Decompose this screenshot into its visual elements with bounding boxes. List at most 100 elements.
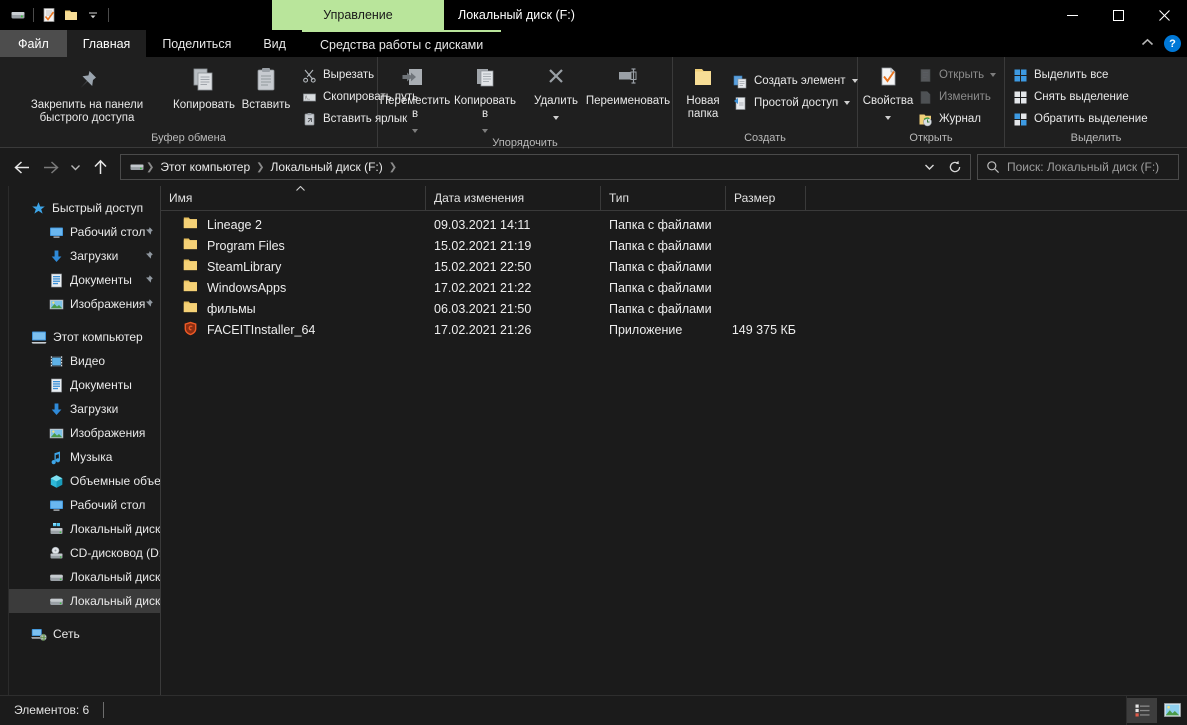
table-row[interactable]: FACEITInstaller_64 17.02.2021 21:26 Прил… <box>161 319 1187 340</box>
file-name: Program Files <box>207 238 285 253</box>
address-dropdown-button[interactable] <box>916 155 942 179</box>
new-item-icon <box>733 74 748 89</box>
select-none-button[interactable]: Снять выделение <box>1011 86 1154 108</box>
tab-drive-tools[interactable]: Средства работы с дисками <box>301 30 502 57</box>
sidebar-item-qa-pictures[interactable]: Изображения <box>9 292 160 316</box>
new-item-dropdown-icon[interactable] <box>851 79 858 83</box>
collapse-ribbon-button[interactable] <box>1141 38 1154 50</box>
table-row[interactable]: WindowsApps 17.02.2021 21:22 Папка с фай… <box>161 277 1187 298</box>
delete-dropdown-icon[interactable] <box>553 109 559 123</box>
column-header-date[interactable]: Дата изменения <box>426 186 601 210</box>
ribbon-group-label-select: Выделить <box>1070 132 1122 144</box>
sidebar-item-qa-downloads[interactable]: Загрузки <box>9 244 160 268</box>
sidebar-item-pc-documents[interactable]: Документы <box>9 373 160 397</box>
move-to-button[interactable]: Переместить в <box>380 62 450 136</box>
sidebar-item-pc-downloads[interactable]: Загрузки <box>9 397 160 421</box>
open-button[interactable]: Открыть <box>916 64 1002 86</box>
close-button[interactable] <box>1141 0 1187 30</box>
up-button[interactable] <box>86 153 114 181</box>
properties-icon <box>873 65 903 91</box>
paste-button[interactable]: Вставить <box>236 62 296 112</box>
contextual-tab-manage[interactable]: Управление <box>272 0 444 30</box>
breadcrumb-chevron-0[interactable]: ❯ <box>145 162 155 173</box>
sidebar-label: Загрузки <box>70 402 119 416</box>
select-all-button[interactable]: Выделить все <box>1011 64 1154 86</box>
breadcrumb-chevron-1[interactable]: ❯ <box>255 162 265 173</box>
copy-to-dropdown-icon[interactable] <box>482 122 488 136</box>
easy-access-icon <box>733 96 748 111</box>
sidebar-item-pc-music[interactable]: Музыка <box>9 445 160 469</box>
edit-button[interactable]: Изменить <box>916 86 1002 108</box>
column-header-name[interactable]: Имя <box>161 186 426 210</box>
folder-icon <box>183 279 199 296</box>
help-button[interactable]: ? <box>1164 35 1181 52</box>
maximize-button[interactable] <box>1095 0 1141 30</box>
large-icons-view-button[interactable] <box>1157 698 1187 723</box>
easy-access-button[interactable]: Простой доступ <box>731 92 864 114</box>
column-header-size[interactable]: Размер <box>726 186 806 210</box>
sidebar-item-qa-desktop[interactable]: Рабочий стол <box>9 220 160 244</box>
rename-button[interactable]: Переименовать <box>584 62 672 108</box>
sidebar-item-pc-3d-objects[interactable]: Объемные объекты <box>9 469 160 493</box>
properties-button[interactable]: Свойства <box>860 62 916 123</box>
forward-button[interactable] <box>36 153 64 181</box>
copy-to-button[interactable]: Копировать в <box>450 62 520 136</box>
new-folder-icon[interactable] <box>60 4 82 26</box>
file-size: 149 375 КБ <box>731 322 796 337</box>
file-name-cell: FACEITInstaller_64 <box>161 321 426 339</box>
move-to-dropdown-icon[interactable] <box>412 122 418 136</box>
pin-to-quick-access-button[interactable]: Закрепить на панели быстрого доступа <box>2 62 172 125</box>
table-row[interactable]: SteamLibrary 15.02.2021 22:50 Папка с фа… <box>161 256 1187 277</box>
sidebar-item-cd-drive-d[interactable]: CD-дисковод (D:) <box>9 541 160 565</box>
new-folder-button[interactable]: Новая папка <box>675 62 731 121</box>
history-button[interactable]: Журнал <box>916 108 1002 130</box>
new-item-button[interactable]: Создать элемент <box>731 70 864 92</box>
tab-share[interactable]: Поделиться <box>146 30 247 57</box>
easy-access-dropdown-icon[interactable] <box>844 101 851 105</box>
back-button[interactable] <box>8 153 36 181</box>
properties-dropdown-icon[interactable] <box>885 109 891 123</box>
search-box[interactable]: Поиск: Локальный диск (F:) <box>977 154 1179 180</box>
pin-icon[interactable] <box>143 274 154 288</box>
pin-icon[interactable] <box>143 298 154 312</box>
copy-to-label: Копировать в <box>454 95 516 120</box>
details-view-button[interactable] <box>1127 697 1157 723</box>
column-header-type[interactable]: Тип <box>601 186 726 210</box>
refresh-button[interactable] <box>942 155 968 179</box>
copy-button[interactable]: Копировать <box>172 62 236 112</box>
sidebar-item-network[interactable]: Сеть <box>9 622 160 646</box>
breadcrumb-bar[interactable]: ❯ Этот компьютер ❯ Локальный диск (F:) ❯ <box>120 154 971 180</box>
sidebar-item-disk-c[interactable]: Локальный диск (C:) <box>9 517 160 541</box>
recent-locations-button[interactable] <box>64 153 86 181</box>
sidebar-item-disk-e[interactable]: Локальный диск (E:) <box>9 565 160 589</box>
delete-button[interactable]: Удалить <box>528 62 584 123</box>
tab-home[interactable]: Главная <box>66 30 147 57</box>
qat-divider-1 <box>33 8 34 22</box>
invert-selection-button[interactable]: Обратить выделение <box>1011 108 1154 130</box>
breadcrumb-item-this-pc[interactable]: Этот компьютер <box>155 156 255 178</box>
drive-icon[interactable] <box>7 4 29 26</box>
tab-view[interactable]: Вид <box>247 30 302 57</box>
minimize-button[interactable] <box>1049 0 1095 30</box>
star-icon <box>31 201 46 216</box>
pin-icon[interactable] <box>143 226 154 240</box>
sidebar-item-pc-desktop[interactable]: Рабочий стол <box>9 493 160 517</box>
pin-icon[interactable] <box>143 250 154 264</box>
table-row[interactable]: фильмы 06.03.2021 21:50 Папка с файлами <box>161 298 1187 319</box>
ribbon-group-new: Новая папка Создать элемент Простой дост… <box>673 57 858 148</box>
sidebar-item-pc-pictures[interactable]: Изображения <box>9 421 160 445</box>
sidebar-item-this-pc[interactable]: Этот компьютер <box>9 325 160 349</box>
sidebar-item-disk-f[interactable]: Локальный диск (F:) <box>9 589 160 613</box>
sidebar-item-quick-access[interactable]: Быстрый доступ <box>9 196 160 220</box>
open-dropdown-icon[interactable] <box>990 73 997 77</box>
customize-dropdown-icon[interactable] <box>82 4 104 26</box>
breadcrumb-item-local-disk-f[interactable]: Локальный диск (F:) <box>266 156 388 178</box>
tab-file[interactable]: Файл <box>0 30 67 57</box>
sidebar-item-qa-documents[interactable]: Документы <box>9 268 160 292</box>
breadcrumb-chevron-2[interactable]: ❯ <box>388 162 398 173</box>
table-row[interactable]: Program Files 15.02.2021 21:19 Папка с ф… <box>161 235 1187 256</box>
sidebar-item-pc-videos[interactable]: Видео <box>9 349 160 373</box>
search-input[interactable]: Поиск: Локальный диск (F:) <box>1007 160 1159 174</box>
table-row[interactable]: Lineage 2 09.03.2021 14:11 Папка с файла… <box>161 214 1187 235</box>
properties-icon[interactable] <box>38 4 60 26</box>
